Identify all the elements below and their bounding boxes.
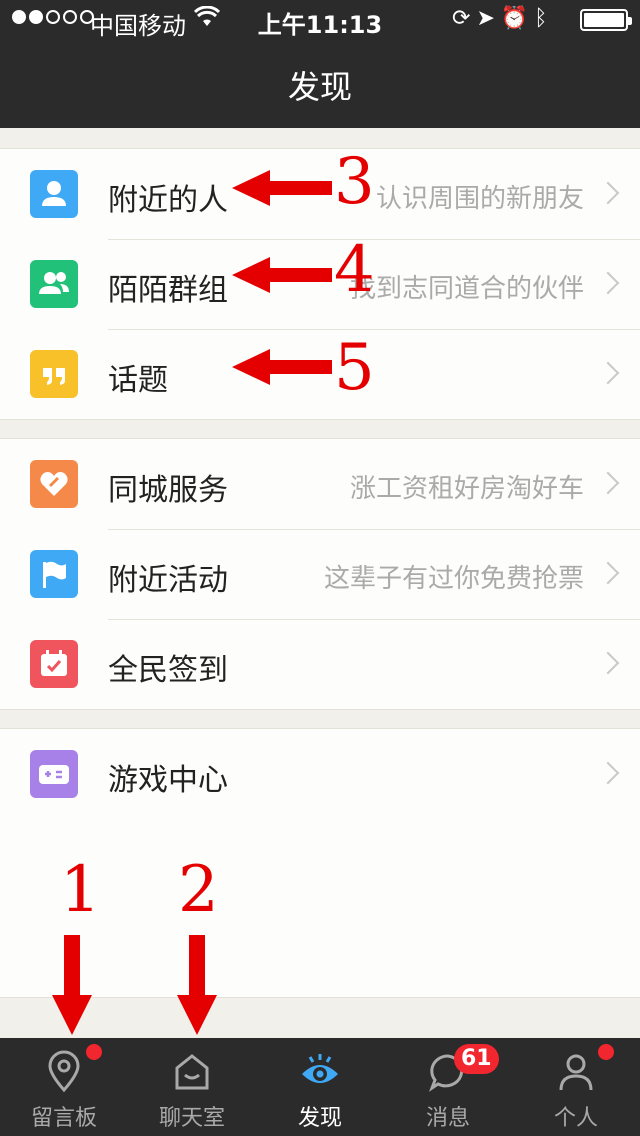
menu-item-label: 陌陌群组 [108,273,228,308]
menu-item-game-center[interactable]: 游戏中心 [0,729,640,819]
bottom-tab-bar: 留言板 聊天室 发现 61 消息 个人 [0,1038,640,1136]
battery-icon [580,9,632,31]
annotation-number-5: 5 [334,331,375,405]
menu-item-subtitle: 这辈子有过你免费抢票 [323,564,584,594]
group-icon [30,260,78,308]
page-title: 发现 [287,68,352,106]
menu-item-label: 游戏中心 [108,763,228,798]
menu-item-subtitle: 找到志同道合的伙伴 [349,274,584,304]
location-arrow-icon: ➤ [476,6,501,31]
rotation-lock-icon: ⟳ [452,6,477,31]
tab-label: 消息 [425,1106,470,1131]
tab-profile[interactable]: 个人 [512,1038,640,1136]
chevron-right-icon [596,761,620,785]
bluetooth-icon: ᛒ [534,6,554,31]
tab-label: 聊天室 [158,1106,225,1131]
annotation-arrow-down-icon [52,935,92,1035]
tab-chat-room[interactable]: 聊天室 [128,1038,256,1136]
flag-icon [30,550,78,598]
discover-group-local: 同城服务 涨工资租好房淘好车 附近活动 这辈子有过你免费抢票 全民签到 [0,438,640,710]
system-status-icons: ⟳➤⏰ᛒ [452,6,553,31]
chevron-right-icon [596,361,620,385]
unread-count-badge: 61 [454,1044,499,1074]
tab-message-board[interactable]: 留言板 [0,1038,128,1136]
quote-icon [30,350,78,398]
menu-item-check-in[interactable]: 全民签到 [0,619,640,709]
annotation-number-2: 2 [178,853,219,927]
alarm-icon: ⏰ [500,6,535,31]
person-icon [30,170,78,218]
chat-room-icon [175,1054,209,1090]
menu-item-city-services[interactable]: 同城服务 涨工资租好房淘好车 [0,439,640,529]
tab-label: 发现 [297,1106,342,1131]
annotation-arrow-left-icon [232,170,332,206]
annotation-number-4: 4 [334,233,375,307]
top-bar: 中国移动 上午11:13 ⟳➤⏰ᛒ 发现 [0,0,640,128]
tab-label: 留言板 [30,1106,97,1131]
calendar-check-icon [30,640,78,688]
menu-item-subtitle: 认识周围的新朋友 [375,184,584,214]
menu-item-subtitle: 涨工资租好房淘好车 [349,474,584,504]
chevron-right-icon [596,181,620,205]
chevron-right-icon [596,271,620,295]
menu-item-label: 同城服务 [108,473,228,508]
annotation-number-1: 1 [60,853,101,927]
profile-icon [559,1054,593,1091]
menu-item-label: 话题 [108,363,168,398]
gamepad-icon [30,750,78,798]
menu-item-nearby-events[interactable]: 附近活动 这辈子有过你免费抢票 [0,529,640,619]
chevron-right-icon [596,471,620,495]
status-bar: 中国移动 上午11:13 ⟳➤⏰ᛒ [0,0,640,40]
menu-item-label: 附近的人 [108,183,228,218]
tab-label: 个人 [553,1106,598,1131]
annotation-arrow-down-icon [177,935,217,1035]
annotation-number-3: 3 [334,145,375,219]
location-pin-icon [48,1050,80,1093]
tab-messages[interactable]: 61 消息 [384,1038,512,1136]
discover-group-games: 游戏中心 [0,728,640,820]
chevron-right-icon [596,561,620,585]
menu-item-label: 全民签到 [108,653,228,688]
heart-tag-icon [30,460,78,508]
menu-item-label: 附近活动 [108,563,228,598]
notification-dot [86,1044,102,1060]
notification-dot [598,1044,614,1060]
annotation-arrow-left-icon [232,257,332,293]
chevron-right-icon [596,651,620,675]
tab-discover[interactable]: 发现 [256,1038,384,1136]
eye-icon [302,1054,338,1083]
annotation-arrow-left-icon [232,349,332,385]
